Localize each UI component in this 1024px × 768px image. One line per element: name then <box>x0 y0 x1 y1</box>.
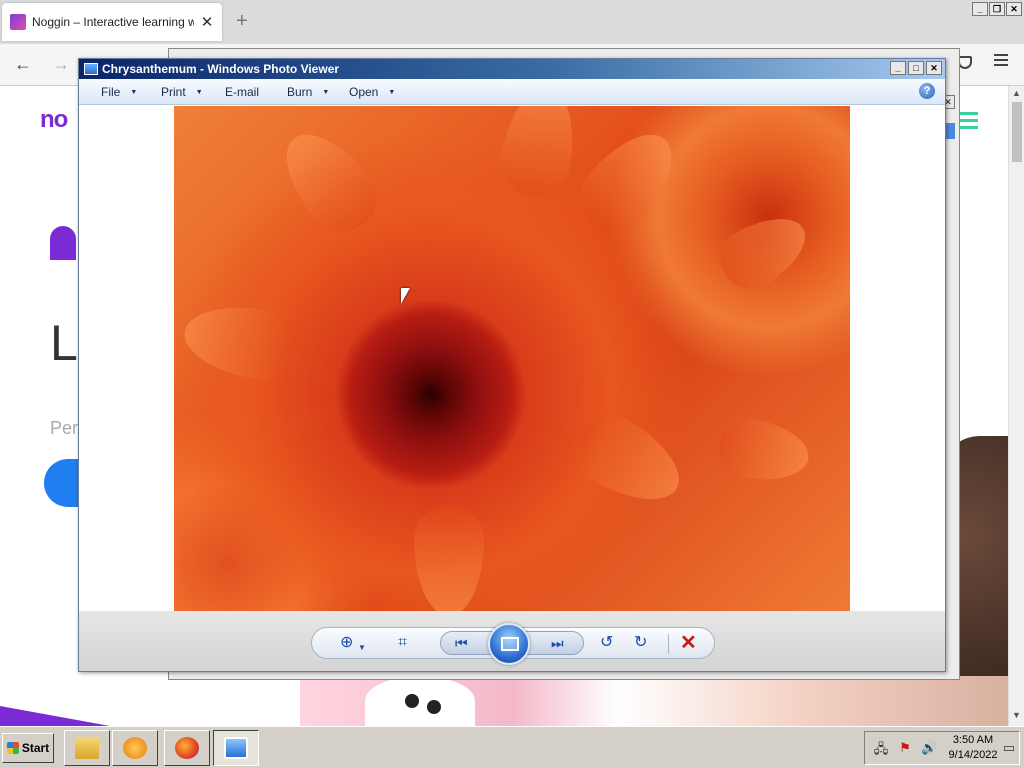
zoom-icon[interactable]: ⊕ <box>340 634 353 652</box>
show-desktop-icon[interactable]: ▭ <box>1001 740 1017 756</box>
mouse-cursor-icon <box>401 288 410 304</box>
menu-file[interactable]: File ▼ <box>101 85 137 99</box>
control-separator <box>668 634 669 654</box>
volume-icon[interactable]: 🔊 <box>921 740 937 756</box>
network-icon[interactable]: 🖧 <box>873 740 889 756</box>
noggin-favicon-icon <box>10 14 26 30</box>
delete-icon[interactable]: ✕ <box>680 631 697 655</box>
actual-size-icon[interactable]: ⌗ <box>398 634 407 652</box>
system-tray: 🖧 ⚑ 🔊 3:50 AM 9/14/2022 ▭ <box>864 731 1020 765</box>
forward-arrow-icon[interactable]: → <box>52 54 70 74</box>
taskbar: Start 🖧 ⚑ 🔊 3:50 AM 9/14/2022 ▭ <box>0 726 1024 768</box>
folder-icon <box>75 737 99 759</box>
photo-viewer-controlbar: ⊕ ▼ ⌗ ⏮ ⏭ ↺ ↻ ✕ <box>79 611 945 671</box>
hero-heading: L <box>50 315 78 371</box>
menu-print[interactable]: Print ▼ <box>161 85 203 99</box>
minimize-icon[interactable]: _ <box>972 2 988 16</box>
photo-viewer-menubar: File ▼ Print ▼ E-mail Burn ▼ Open ▼ ? <box>79 79 945 105</box>
rotate-counterclockwise-icon[interactable]: ↺ <box>600 634 613 652</box>
menu-email[interactable]: E-mail <box>225 85 259 99</box>
browser-window-controls: _ ❐ ✕ <box>972 2 1022 16</box>
scroll-thumb[interactable] <box>1012 102 1022 162</box>
photo-viewer-window-controls: _ □ ✕ <box>890 61 942 75</box>
slideshow-icon <box>501 637 519 651</box>
slideshow-button[interactable] <box>488 623 530 665</box>
chevron-down-icon: ▼ <box>130 89 138 97</box>
start-button[interactable]: Start <box>2 733 54 763</box>
scroll-up-icon[interactable]: ▲ <box>1012 88 1021 98</box>
previous-icon[interactable]: ⏮ <box>455 634 468 652</box>
photo-viewer-title: Chrysanthemum - Windows Photo Viewer <box>102 62 340 76</box>
clock-time[interactable]: 3:50 AM <box>945 734 1001 746</box>
chevron-down-icon: ▼ <box>388 89 396 97</box>
noggin-hero-logo <box>50 226 76 260</box>
tab-title: Noggin – Interactive learning with <box>32 15 194 29</box>
photo-viewer-icon <box>224 737 248 759</box>
scroll-down-icon[interactable]: ▼ <box>1012 710 1021 720</box>
media-player-icon <box>123 737 147 759</box>
viewer-minimize-icon[interactable]: _ <box>890 61 906 75</box>
hero-subtext: Per <box>50 418 79 438</box>
viewer-maximize-icon[interactable]: □ <box>908 61 924 75</box>
rotate-clockwise-icon[interactable]: ↻ <box>634 634 647 652</box>
next-icon[interactable]: ⏭ <box>551 634 564 652</box>
close-icon[interactable]: ✕ <box>1006 2 1022 16</box>
browser-tabstrip: Noggin – Interactive learning with ✕ + _… <box>0 0 1024 44</box>
desktop: Noggin – Interactive learning with ✕ + _… <box>0 0 1024 768</box>
taskbar-photo-viewer[interactable] <box>213 730 259 766</box>
taskbar-explorer[interactable] <box>64 730 110 766</box>
photo-canvas <box>79 105 945 612</box>
viewer-close-icon[interactable]: ✕ <box>926 61 942 75</box>
new-tab-button[interactable]: + <box>236 11 248 31</box>
taskbar-media-player[interactable] <box>112 730 158 766</box>
menu-burn[interactable]: Burn ▼ <box>287 85 329 99</box>
firefox-icon <box>175 737 199 759</box>
back-arrow-icon[interactable]: ← <box>14 54 32 74</box>
chevron-down-icon: ▼ <box>195 89 203 97</box>
chrysanthemum-photo[interactable] <box>174 106 850 612</box>
noggin-logo[interactable]: no <box>40 106 68 134</box>
action-center-icon[interactable]: ⚑ <box>897 740 913 756</box>
purple-wave-decoration <box>0 706 110 726</box>
windows-logo-icon <box>6 742 19 754</box>
dalmatian-character-image <box>365 676 475 726</box>
chevron-down-icon: ▼ <box>322 89 330 97</box>
chevron-down-icon[interactable]: ▼ <box>358 639 366 657</box>
photo-viewer-titlebar[interactable]: Chrysanthemum - Windows Photo Viewer _ □… <box>79 59 945 79</box>
restore-icon[interactable]: ❐ <box>989 2 1005 16</box>
tab-close-icon[interactable]: ✕ <box>200 13 214 31</box>
photo-viewer-window: Chrysanthemum - Windows Photo Viewer _ □… <box>78 58 946 672</box>
clock-date[interactable]: 9/14/2022 <box>945 749 1001 761</box>
browser-tab[interactable]: Noggin – Interactive learning with ✕ <box>2 3 222 41</box>
pocket-icon[interactable] <box>958 56 972 69</box>
taskbar-firefox[interactable] <box>164 730 210 766</box>
photo-viewer-app-icon <box>84 63 98 75</box>
site-menu-icon[interactable] <box>958 112 978 133</box>
playback-controls: ⊕ ▼ ⌗ ⏮ ⏭ ↺ ↻ ✕ <box>311 623 715 665</box>
menu-open[interactable]: Open ▼ <box>349 85 395 99</box>
hamburger-menu-icon[interactable] <box>994 54 1008 69</box>
help-icon[interactable]: ? <box>919 83 935 99</box>
page-scrollbar[interactable]: ▲ ▼ <box>1008 86 1024 726</box>
